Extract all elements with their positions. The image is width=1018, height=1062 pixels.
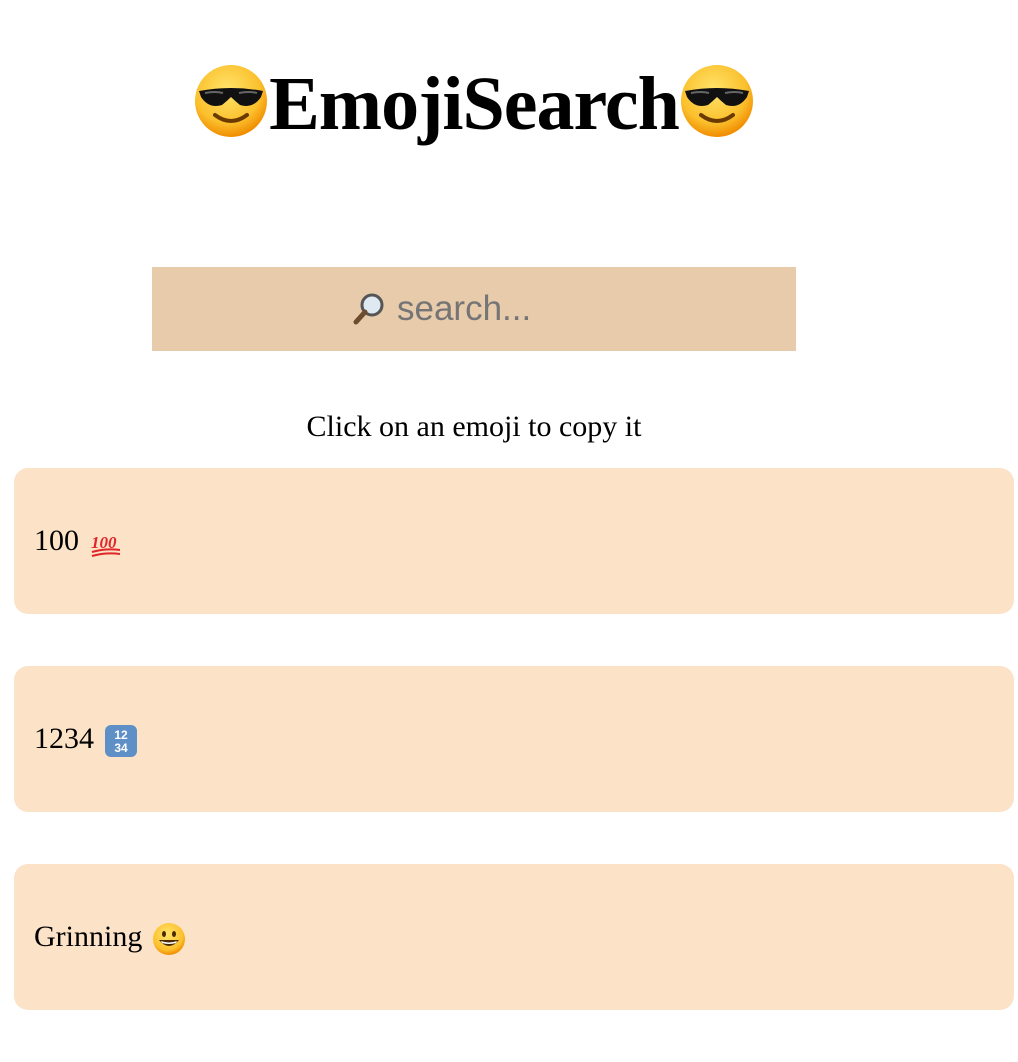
emoji-result-label: 1234 bbox=[34, 722, 94, 755]
search-bar[interactable] bbox=[152, 267, 796, 351]
hundred-points-icon: 100 bbox=[89, 526, 123, 560]
copy-hint-text: Click on an emoji to copy it bbox=[306, 410, 642, 443]
emoji-result-item[interactable]: Grinning bbox=[14, 864, 1014, 1010]
magnifying-glass-icon bbox=[351, 291, 387, 327]
input-numbers-icon: 12 34 bbox=[104, 724, 138, 758]
smiling-face-with-sunglasses-icon bbox=[679, 63, 755, 139]
app-title-text: EmojiSearch bbox=[269, 61, 680, 146]
svg-text:12: 12 bbox=[114, 728, 128, 742]
emoji-result-item[interactable]: 1234 12 34 bbox=[14, 666, 1014, 812]
emoji-results-list: 100 100 1234 12 34 Grinning bbox=[14, 468, 1014, 1062]
svg-text:34: 34 bbox=[114, 741, 128, 755]
grinning-face-icon bbox=[152, 922, 186, 956]
emoji-result-item[interactable]: 100 100 bbox=[14, 468, 1014, 614]
emoji-result-label: 100 bbox=[34, 524, 79, 557]
app-title-heading: EmojiSearch bbox=[193, 63, 755, 142]
emoji-result-label: Grinning bbox=[34, 920, 143, 953]
smiling-face-with-sunglasses-icon bbox=[193, 63, 269, 139]
search-input[interactable] bbox=[397, 289, 657, 329]
app-header: EmojiSearch bbox=[0, 52, 948, 152]
